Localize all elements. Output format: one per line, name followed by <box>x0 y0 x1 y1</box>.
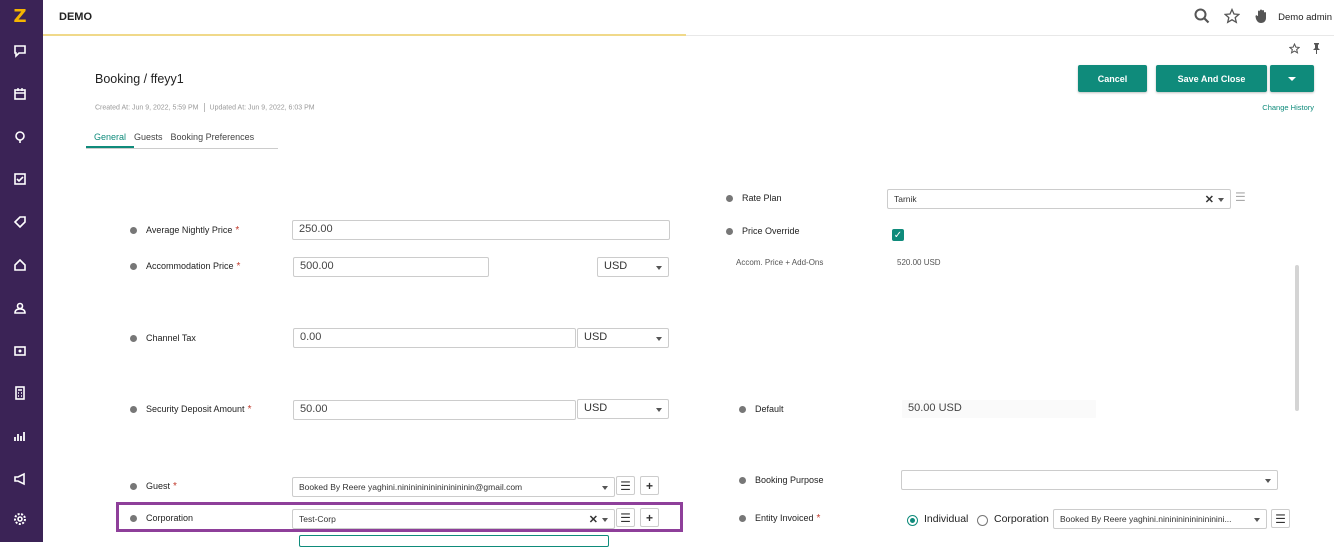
cancel-button[interactable]: Cancel <box>1078 65 1147 92</box>
next-field-input[interactable] <box>299 535 609 547</box>
info-icon[interactable] <box>130 263 137 270</box>
info-icon[interactable] <box>739 515 746 522</box>
info-icon[interactable] <box>130 483 137 490</box>
megaphone-icon[interactable] <box>9 468 31 490</box>
booking-purpose-label: Booking Purpose <box>755 475 824 485</box>
channel-tax-label: Channel Tax <box>146 333 196 343</box>
guest-label: Guest * <box>146 481 177 492</box>
tab-general[interactable]: General <box>86 129 135 148</box>
accommodation-price-input[interactable]: 500.00 <box>293 257 489 277</box>
breadcrumb-current: ffeyy1 <box>150 72 184 86</box>
clear-icon[interactable]: ✕ <box>1205 193 1214 206</box>
entity-invoiced-select[interactable]: Booked By Reere yaghini.nininininininini… <box>1053 509 1267 529</box>
loading-bar <box>43 34 686 36</box>
home-icon[interactable] <box>9 254 31 276</box>
chart-icon[interactable] <box>9 425 31 447</box>
sidebar: Z <box>0 0 43 542</box>
calculator-icon[interactable] <box>9 382 31 404</box>
search-icon[interactable] <box>1192 6 1212 26</box>
guest-list-button[interactable]: ☰ <box>616 476 635 495</box>
chevron-down-icon <box>1288 76 1296 81</box>
star-icon[interactable] <box>1222 6 1242 26</box>
entity-invoiced-label: Entity Invoiced * <box>755 513 821 524</box>
scrollbar[interactable] <box>1295 265 1299 411</box>
tab-bar: General Guests Booking Preferences <box>86 129 278 149</box>
more-actions-button[interactable] <box>1270 65 1314 92</box>
updated-at: Updated At: Jun 9, 2022, 6:03 PM <box>209 104 315 112</box>
security-deposit-label: Security Deposit Amount * <box>146 404 252 415</box>
default-value: 50.00 USD <box>901 399 1097 419</box>
info-icon[interactable] <box>726 195 733 202</box>
avg-nightly-price-input[interactable]: 250.00 <box>292 220 670 240</box>
pin-icon[interactable] <box>1312 43 1321 57</box>
individual-radio-label[interactable]: Individual <box>924 513 968 525</box>
info-icon[interactable] <box>739 406 746 413</box>
tab-booking-preferences[interactable]: Booking Preferences <box>171 129 263 148</box>
info-icon[interactable] <box>130 335 137 342</box>
chat-icon[interactable] <box>9 40 31 62</box>
corporation-radio-label[interactable]: Corporation <box>994 513 1049 525</box>
add-guest-button[interactable]: + <box>640 476 659 495</box>
accom-addons-label: Accom. Price + Add-Ons <box>736 258 824 267</box>
brand-name: DEMO <box>59 11 92 23</box>
created-at: Created At: Jun 9, 2022, 5:59 PM <box>95 104 199 112</box>
accom-addons-value: 520.00 USD <box>897 258 941 267</box>
corporation-radio[interactable] <box>977 515 988 526</box>
user-icon[interactable] <box>9 297 31 319</box>
checklist-icon[interactable] <box>9 168 31 190</box>
rate-plan-select[interactable]: Tarnik ✕ <box>887 189 1231 209</box>
accommodation-price-label: Accommodation Price * <box>146 261 241 272</box>
entity-list-button[interactable]: ☰ <box>1271 509 1290 528</box>
app-logo[interactable]: Z <box>9 6 31 28</box>
hand-icon[interactable] <box>1252 6 1272 26</box>
breadcrumb-root[interactable]: Booking <box>95 72 140 86</box>
list-icon: ☰ <box>620 478 631 493</box>
security-deposit-currency-select[interactable]: USD <box>577 399 669 419</box>
plus-icon: + <box>645 478 653 493</box>
info-icon[interactable] <box>726 228 733 235</box>
dollar-icon[interactable] <box>9 340 31 362</box>
price-override-checkbox[interactable]: ✓ <box>892 229 904 241</box>
info-icon[interactable] <box>130 406 137 413</box>
gear-icon[interactable] <box>9 508 31 530</box>
save-and-close-button[interactable]: Save And Close <box>1156 65 1267 92</box>
channel-tax-currency-select[interactable]: USD <box>577 328 669 348</box>
rate-plan-list-icon[interactable]: ☰ <box>1235 190 1246 204</box>
user-menu[interactable]: Demo admin <box>1278 12 1332 23</box>
security-deposit-input[interactable]: 50.00 <box>293 400 576 420</box>
top-bar: DEMO Demo admin <box>43 0 1334 36</box>
price-override-label: Price Override <box>742 226 800 236</box>
booking-purpose-select[interactable] <box>901 470 1278 490</box>
change-history-link[interactable]: Change History <box>1262 103 1314 112</box>
favorite-star-icon[interactable] <box>1288 42 1301 57</box>
info-icon[interactable] <box>739 477 746 484</box>
channel-tax-input[interactable]: 0.00 <box>293 328 576 348</box>
calendar-icon[interactable] <box>9 83 31 105</box>
breadcrumb-separator: / <box>140 72 151 86</box>
guest-select[interactable]: Booked By Reere yaghini.nininininininini… <box>292 477 615 497</box>
avg-nightly-price-label: Average Nightly Price * <box>146 225 240 236</box>
highlight-box <box>116 502 683 532</box>
tab-guests[interactable]: Guests <box>134 129 171 148</box>
rate-plan-label: Rate Plan <box>742 193 782 203</box>
accommodation-currency-select[interactable]: USD <box>597 257 669 277</box>
individual-radio[interactable] <box>907 515 918 526</box>
default-label: Default <box>755 404 784 414</box>
list-icon: ☰ <box>1275 511 1286 526</box>
info-icon[interactable] <box>130 227 137 234</box>
record-metadata: Created At: Jun 9, 2022, 5:59 PM Updated … <box>95 103 315 112</box>
tag-icon[interactable] <box>9 211 31 233</box>
page-title: Booking / ffeyy1 <box>95 72 184 86</box>
location-icon[interactable] <box>9 126 31 148</box>
